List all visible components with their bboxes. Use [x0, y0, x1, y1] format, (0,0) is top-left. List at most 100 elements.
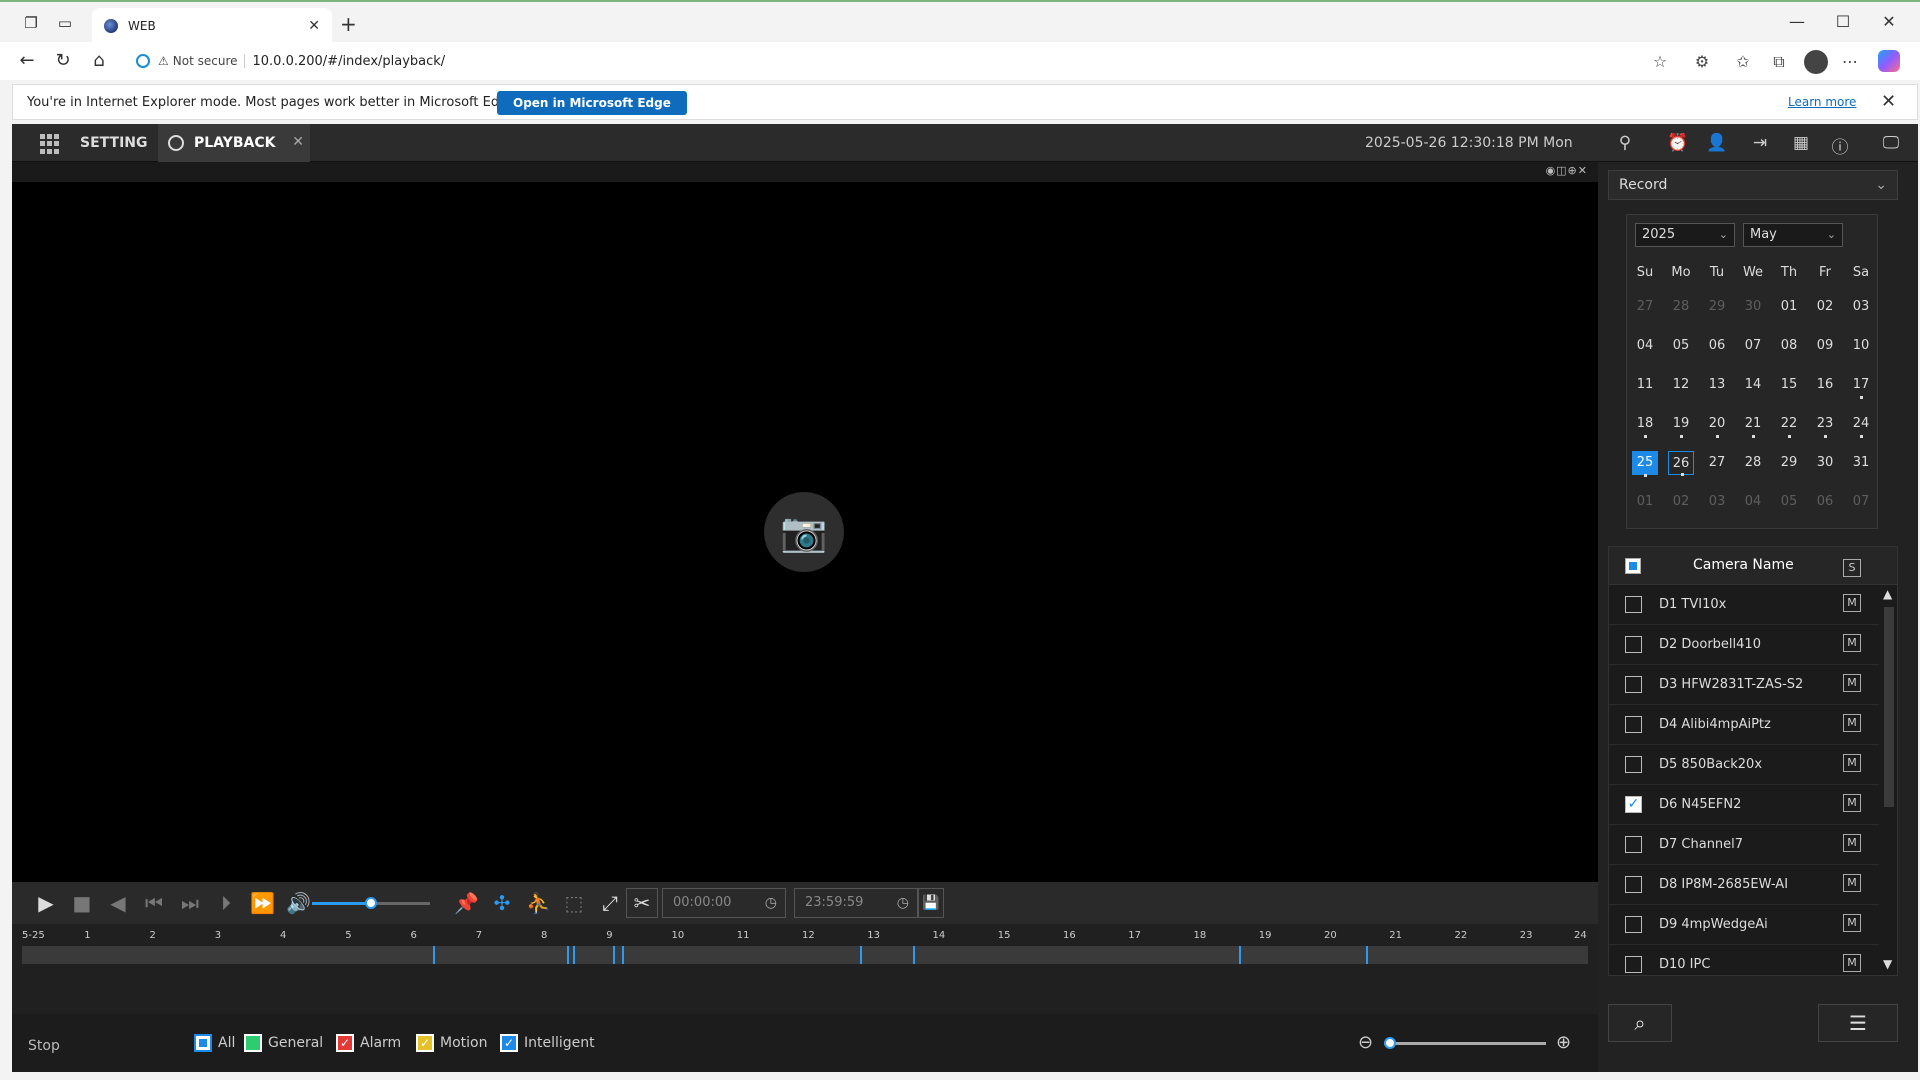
- stream-m-toggle[interactable]: M: [1843, 714, 1861, 732]
- camera-checkbox[interactable]: [1625, 916, 1642, 933]
- calendar-day[interactable]: 09: [1812, 334, 1838, 358]
- calendar-day[interactable]: 28: [1740, 451, 1766, 475]
- extensions-icon[interactable]: ⚙: [1692, 52, 1712, 71]
- calendar-day[interactable]: 21: [1740, 412, 1766, 438]
- calendar-day[interactable]: 20: [1704, 412, 1730, 438]
- profile-avatar[interactable]: [1804, 50, 1828, 74]
- browser-tab[interactable]: WEB ✕: [92, 8, 332, 44]
- camera-checkbox[interactable]: [1625, 636, 1642, 653]
- logout-icon[interactable]: ⇥: [1749, 133, 1771, 153]
- video-playback-area[interactable]: 📷: [12, 182, 1598, 882]
- stream-m-toggle[interactable]: M: [1843, 874, 1861, 892]
- camera-row[interactable]: D7 Channel7 M: [1609, 825, 1879, 865]
- calendar-day[interactable]: 23: [1812, 412, 1838, 438]
- slow-play-icon[interactable]: ⏵: [214, 892, 238, 914]
- camera-checkbox[interactable]: [1625, 676, 1642, 693]
- calendar-day[interactable]: 02: [1812, 295, 1838, 319]
- legend-motion-checkbox[interactable]: ✓: [416, 1034, 434, 1052]
- info-icon[interactable]: ⓘ: [1829, 133, 1851, 158]
- calendar-day[interactable]: 30: [1740, 295, 1766, 319]
- smart-search-icon[interactable]: ✣: [490, 892, 514, 914]
- calendar-day[interactable]: 03: [1704, 490, 1730, 514]
- camera-row[interactable]: D9 4mpWedgeAi M: [1609, 905, 1879, 945]
- calendar-day[interactable]: 06: [1704, 334, 1730, 358]
- calendar-day[interactable]: 11: [1632, 373, 1658, 397]
- play-icon[interactable]: ▶: [34, 892, 58, 914]
- next-frame-icon[interactable]: ⏭: [178, 892, 202, 914]
- calendar-day[interactable]: 07: [1740, 334, 1766, 358]
- pin-icon[interactable]: 📌: [454, 892, 479, 914]
- fullscreen-monitor-icon[interactable]: 🖵: [1880, 133, 1902, 153]
- calendar-day[interactable]: 06: [1812, 490, 1838, 514]
- calendar-day[interactable]: 27: [1632, 295, 1658, 319]
- timeline-record-mark[interactable]: [573, 946, 576, 964]
- collections-icon[interactable]: ⧉: [1769, 52, 1789, 72]
- calendar-day[interactable]: 02: [1668, 490, 1694, 514]
- legend-motion[interactable]: ✓ Motion: [416, 1034, 487, 1052]
- video-window-tools-icon[interactable]: ◉◫⊕✕: [1546, 164, 1588, 177]
- camera-row[interactable]: ✓ D6 N45EFN2 M: [1609, 785, 1879, 825]
- refresh-icon[interactable]: ↻: [52, 50, 74, 72]
- tab-actions-icon[interactable]: ▭: [56, 14, 74, 32]
- legend-intelligent-checkbox[interactable]: ✓: [500, 1034, 518, 1052]
- timeline-record-mark[interactable]: [912, 946, 915, 964]
- calendar-day[interactable]: 05: [1776, 490, 1802, 514]
- stream-m-toggle[interactable]: M: [1843, 794, 1861, 812]
- timeline-record-mark[interactable]: [622, 946, 625, 964]
- legend-all[interactable]: All: [194, 1034, 235, 1052]
- timeline-record-mark[interactable]: [1238, 946, 1241, 964]
- home-icon[interactable]: ⌂: [88, 50, 110, 72]
- calendar-day[interactable]: 08: [1776, 334, 1802, 358]
- stream-m-toggle[interactable]: M: [1843, 834, 1861, 852]
- camera-row[interactable]: D3 HFW2831T-ZAS-S2 M: [1609, 665, 1879, 705]
- calendar-day[interactable]: 25: [1632, 451, 1658, 477]
- select-all-checkbox[interactable]: [1625, 558, 1641, 574]
- more-options-icon[interactable]: ⋯: [1840, 52, 1860, 71]
- year-select[interactable]: 2025 ⌄: [1635, 223, 1735, 247]
- timeline-record-bar[interactable]: [22, 946, 1588, 964]
- calendar-day[interactable]: 16: [1812, 373, 1838, 397]
- timeline-zoom-slider[interactable]: [1384, 1037, 1546, 1049]
- calendar-day[interactable]: 04: [1740, 490, 1766, 514]
- calendar-day[interactable]: 31: [1848, 451, 1874, 475]
- learn-more-link[interactable]: Learn more: [1788, 95, 1856, 109]
- volume-knob[interactable]: [365, 897, 377, 909]
- stream-s-toggle[interactable]: S: [1843, 559, 1861, 577]
- qr-code-icon[interactable]: ▦: [1790, 133, 1812, 153]
- search-records-button[interactable]: ⌕: [1608, 1004, 1672, 1042]
- stream-m-toggle[interactable]: M: [1843, 674, 1861, 692]
- stop-icon[interactable]: ■: [70, 892, 94, 914]
- workspaces-icon[interactable]: ❐: [22, 14, 40, 32]
- fit-screen-icon[interactable]: ⤢: [598, 892, 622, 914]
- legend-general[interactable]: General: [244, 1034, 323, 1052]
- minimize-icon[interactable]: —: [1774, 12, 1820, 31]
- region-icon[interactable]: ⬚: [562, 892, 586, 914]
- camera-checkbox[interactable]: [1625, 876, 1642, 893]
- favorites-icon[interactable]: ✩: [1733, 52, 1753, 71]
- camera-row[interactable]: D10 IPC M: [1609, 945, 1879, 975]
- maximize-icon[interactable]: ☐: [1820, 12, 1866, 31]
- search-icon[interactable]: ⚲: [1614, 133, 1636, 153]
- timeline-record-mark[interactable]: [612, 946, 615, 964]
- stream-m-toggle[interactable]: M: [1843, 594, 1861, 612]
- calendar-day[interactable]: 27: [1704, 451, 1730, 475]
- volume-icon[interactable]: 🔊: [286, 892, 311, 914]
- volume-slider[interactable]: [312, 897, 430, 909]
- record-list-button[interactable]: ☰: [1818, 1004, 1898, 1042]
- legend-general-checkbox[interactable]: [244, 1034, 262, 1052]
- camera-checkbox[interactable]: [1625, 756, 1642, 773]
- new-tab-icon[interactable]: +: [340, 12, 357, 36]
- calendar-day[interactable]: 13: [1704, 373, 1730, 397]
- calendar-day[interactable]: 01: [1632, 490, 1658, 514]
- user-icon[interactable]: 👤: [1706, 133, 1728, 153]
- scroll-down-icon[interactable]: ▼: [1883, 957, 1892, 971]
- zoom-out-icon[interactable]: ⊖: [1358, 1032, 1373, 1053]
- calendar-day[interactable]: 29: [1776, 451, 1802, 475]
- calendar-day[interactable]: 29: [1704, 295, 1730, 319]
- tab-close-icon[interactable]: ✕: [308, 18, 320, 34]
- legend-alarm-checkbox[interactable]: ✓: [336, 1034, 354, 1052]
- clip-end-time[interactable]: 23:59:59 ◷: [794, 888, 918, 918]
- clip-start-time[interactable]: 00:00:00 ◷: [662, 888, 786, 918]
- calendar-day[interactable]: 19: [1668, 412, 1694, 438]
- calendar-day[interactable]: 04: [1632, 334, 1658, 358]
